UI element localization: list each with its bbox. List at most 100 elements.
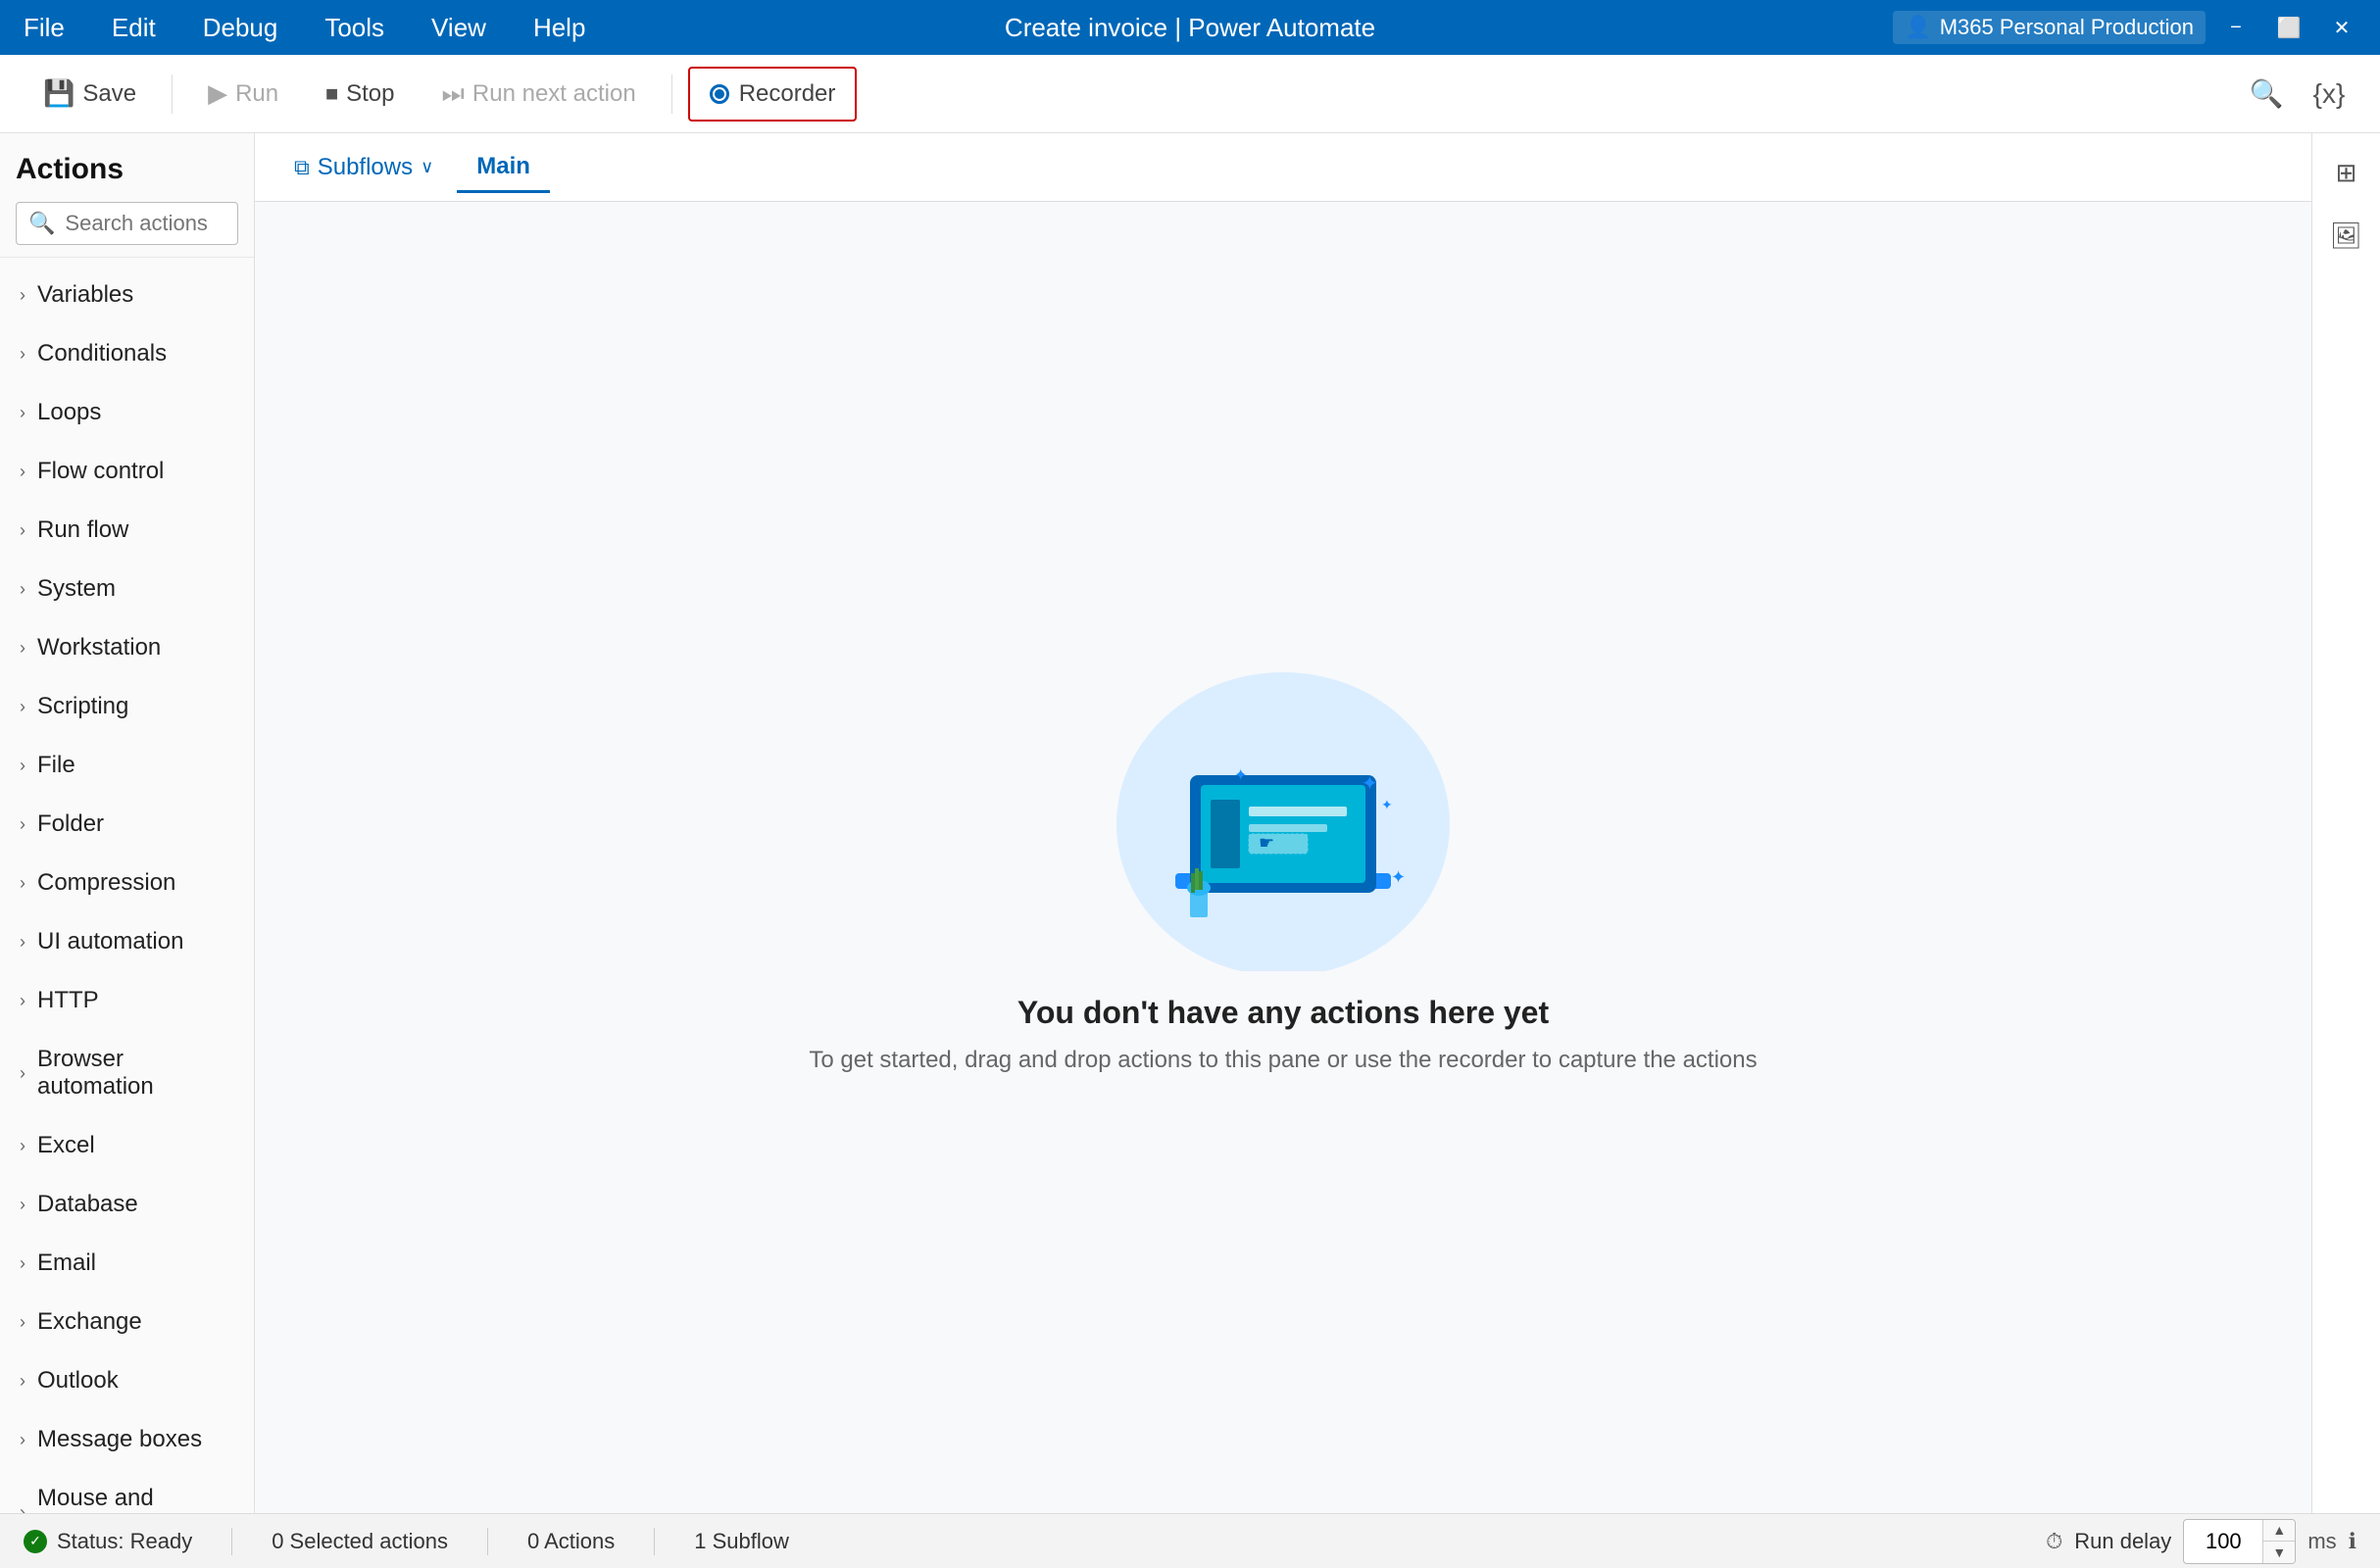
sidebar-item-label: Flow control <box>37 458 164 485</box>
sidebar-item-message-boxes[interactable]: › Message boxes <box>0 1410 254 1469</box>
run-button[interactable]: ▶ Run <box>188 67 298 122</box>
chevron-right-icon: › <box>20 520 25 541</box>
menu-view[interactable]: View <box>423 9 494 47</box>
svg-text:✦: ✦ <box>1362 773 1378 795</box>
close-button[interactable]: ✕ <box>2319 12 2364 43</box>
chevron-right-icon: › <box>20 462 25 482</box>
menu-file[interactable]: File <box>16 9 73 47</box>
image-icon: 🖼 <box>2330 220 2362 251</box>
sidebar-item-label: Mouse and keyboard <box>37 1485 234 1513</box>
info-icon[interactable]: ℹ <box>2349 1529 2356 1554</box>
sidebar-item-scripting[interactable]: › Scripting <box>0 677 254 736</box>
subflow-count: 1 Subflow <box>694 1529 789 1554</box>
sidebar-item-label: Outlook <box>37 1367 119 1395</box>
actions-list: › Variables › Conditionals › Loops › Flo… <box>0 258 254 1513</box>
sidebar-item-compression[interactable]: › Compression <box>0 854 254 912</box>
sidebar-item-ui-automation[interactable]: › UI automation <box>0 912 254 971</box>
run-delay-section: ⏱ Run delay ▲ ▼ ms ℹ <box>2046 1519 2356 1564</box>
user-icon: 👤 <box>1905 15 1931 40</box>
chevron-right-icon: › <box>20 1312 25 1333</box>
sidebar-item-conditionals[interactable]: › Conditionals <box>0 324 254 383</box>
chevron-right-icon: › <box>20 873 25 894</box>
sidebar-item-label: Compression <box>37 869 175 897</box>
ms-label: ms <box>2307 1529 2336 1554</box>
sidebar-item-outlook[interactable]: › Outlook <box>0 1351 254 1410</box>
search-icon: 🔍 <box>28 211 55 236</box>
delay-down-button[interactable]: ▼ <box>2263 1542 2295 1563</box>
run-label: Run <box>235 80 278 108</box>
user-name: M365 Personal Production <box>1940 15 2194 40</box>
sidebar-item-mouse-keyboard[interactable]: › Mouse and keyboard <box>0 1469 254 1513</box>
selected-actions-count: 0 Selected actions <box>272 1529 448 1554</box>
menu-debug[interactable]: Debug <box>195 9 286 47</box>
recorder-button[interactable]: Recorder <box>688 67 858 122</box>
sidebar-item-database[interactable]: › Database <box>0 1175 254 1234</box>
tab-bar: ⧉ Subflows ∨ Main <box>255 133 2311 202</box>
sidebar-item-system[interactable]: › System <box>0 560 254 618</box>
sidebar-item-browser-automation[interactable]: › Browser automation <box>0 1030 254 1116</box>
right-panel: ⊞ 🖼 <box>2311 133 2380 1513</box>
save-icon: 💾 <box>43 78 74 109</box>
delay-up-button[interactable]: ▲ <box>2263 1520 2295 1542</box>
run-next-button[interactable]: ⏭ Run next action <box>422 67 656 122</box>
toolbar: 💾 Save ▶ Run ⏹ Stop ⏭ Run next action Re… <box>0 55 2380 133</box>
sidebar-item-label: Conditionals <box>37 340 167 368</box>
chevron-right-icon: › <box>20 1136 25 1156</box>
status-ready: Status: Ready <box>24 1529 192 1554</box>
restore-button[interactable]: ⬜ <box>2266 12 2311 43</box>
window-controls: 👤 M365 Personal Production − ⬜ ✕ <box>1893 11 2364 44</box>
menu-bar: File Edit Debug Tools View Help <box>16 9 593 47</box>
sidebar-item-label: Loops <box>37 399 101 426</box>
save-label: Save <box>82 80 136 108</box>
menu-help[interactable]: Help <box>525 9 593 47</box>
stop-button[interactable]: ⏹ Stop <box>306 67 414 122</box>
subflows-button[interactable]: ⧉ Subflows ∨ <box>278 144 449 191</box>
svg-text:✦: ✦ <box>1391 867 1406 887</box>
delay-input[interactable] <box>2184 1523 2262 1560</box>
menu-tools[interactable]: Tools <box>317 9 392 47</box>
svg-text:✦: ✦ <box>1234 767 1247 784</box>
layers-button[interactable]: ⊞ <box>2323 149 2370 196</box>
sidebar-item-variables[interactable]: › Variables <box>0 266 254 324</box>
curly-braces-button[interactable]: {x} <box>2302 67 2356 122</box>
empty-state: ☛ ✦ ✦ ✦ ✦ <box>809 638 1757 1078</box>
svg-text:✦: ✦ <box>1381 797 1393 812</box>
sidebar-item-workstation[interactable]: › Workstation <box>0 618 254 677</box>
chevron-right-icon: › <box>20 756 25 776</box>
stop-label: Stop <box>346 80 394 108</box>
sidebar-item-flow-control[interactable]: › Flow control <box>0 442 254 501</box>
chevron-right-icon: › <box>20 1371 25 1392</box>
tab-main[interactable]: Main <box>457 143 550 193</box>
save-button[interactable]: 💾 Save <box>24 67 156 122</box>
run-delay-label: Run delay <box>2074 1529 2171 1554</box>
empty-subtext: To get started, drag and drop actions to… <box>809 1043 1757 1078</box>
minimize-button[interactable]: − <box>2213 12 2258 43</box>
sidebar-item-http[interactable]: › HTTP <box>0 971 254 1030</box>
app-title: Create invoice | Power Automate <box>1005 13 1375 43</box>
recorder-label: Recorder <box>739 80 836 108</box>
toolbar-search-button[interactable]: 🔍 <box>2239 67 2294 122</box>
status-separator-3 <box>654 1528 655 1555</box>
subflows-icon: ⧉ <box>294 155 310 180</box>
sidebar-item-run-flow[interactable]: › Run flow <box>0 501 254 560</box>
sidebar-item-folder[interactable]: › Folder <box>0 795 254 854</box>
image-button[interactable]: 🖼 <box>2323 212 2370 259</box>
search-actions-input[interactable] <box>65 211 225 236</box>
sidebar-item-excel[interactable]: › Excel <box>0 1116 254 1175</box>
sidebar-item-loops[interactable]: › Loops <box>0 383 254 442</box>
actions-count: 0 Actions <box>527 1529 615 1554</box>
chevron-right-icon: › <box>20 579 25 600</box>
sidebar-item-label: HTTP <box>37 987 99 1014</box>
sidebar-item-label: Email <box>37 1250 96 1277</box>
search-actions-box[interactable]: 🔍 <box>16 202 238 245</box>
sidebar-item-label: File <box>37 752 75 779</box>
sidebar-item-email[interactable]: › Email <box>0 1234 254 1293</box>
curly-braces-icon: {x} <box>2313 78 2346 110</box>
sidebar-item-label: System <box>37 575 116 603</box>
flow-canvas: ☛ ✦ ✦ ✦ ✦ <box>255 202 2311 1513</box>
status-bar: Status: Ready 0 Selected actions 0 Actio… <box>0 1513 2380 1568</box>
sidebar-item-file[interactable]: › File <box>0 736 254 795</box>
sidebar-item-label: Run flow <box>37 516 128 544</box>
menu-edit[interactable]: Edit <box>104 9 164 47</box>
sidebar-item-exchange[interactable]: › Exchange <box>0 1293 254 1351</box>
